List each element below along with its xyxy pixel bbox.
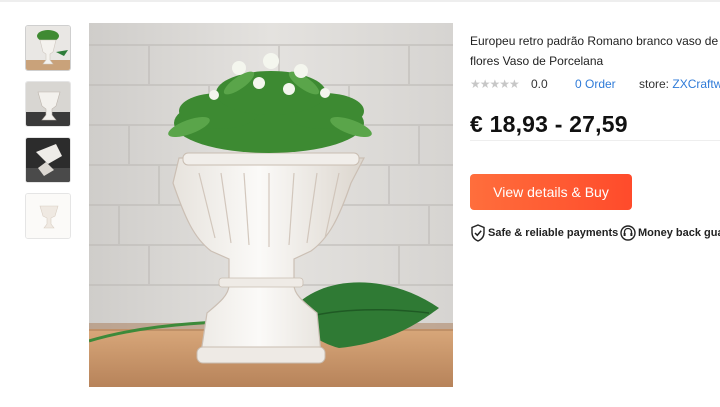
- vase-thumbnail-image: [26, 194, 70, 238]
- product-meta: ★★★★★ 0.0 0 Order store: ZXCraftwo: [470, 76, 720, 92]
- headset-icon: [620, 225, 636, 241]
- money-back-label: Money back gua: [638, 227, 720, 239]
- main-product-image[interactable]: [89, 23, 453, 387]
- view-details-buy-button[interactable]: View details & Buy: [470, 174, 632, 210]
- vase-thumbnail-image: [26, 82, 70, 126]
- vase-image: [89, 23, 453, 387]
- rating-value: 0.0: [531, 77, 548, 91]
- top-divider: [0, 0, 720, 2]
- product-title[interactable]: Europeu retro padrão Romano branco vaso …: [470, 31, 720, 71]
- thumbnail-3[interactable]: [25, 137, 71, 183]
- product-title-line-1[interactable]: Europeu retro padrão Romano branco vaso …: [470, 31, 720, 51]
- thumbnail-2[interactable]: [25, 81, 71, 127]
- safe-payments-label: Safe & reliable payments: [488, 227, 619, 239]
- thumbnail-1[interactable]: [25, 25, 71, 71]
- store-name-link[interactable]: ZXCraftwo: [672, 77, 720, 91]
- vase-thumbnail-image: [26, 138, 70, 182]
- price-divider: [470, 140, 720, 141]
- thumbnail-list: [25, 25, 71, 249]
- thumbnail-4[interactable]: [25, 193, 71, 239]
- order-count-link[interactable]: 0 Order: [575, 77, 616, 91]
- star-rating-icon: ★★★★★: [470, 77, 520, 91]
- product-title-line-2[interactable]: flores Vaso de Porcelana: [470, 51, 720, 71]
- store-label: store:: [639, 77, 670, 91]
- shield-check-icon: [471, 224, 485, 242]
- store-info: store: ZXCraftwo: [639, 77, 720, 91]
- product-price: € 18,93 - 27,59: [470, 111, 628, 137]
- vase-thumbnail-image: [26, 26, 70, 70]
